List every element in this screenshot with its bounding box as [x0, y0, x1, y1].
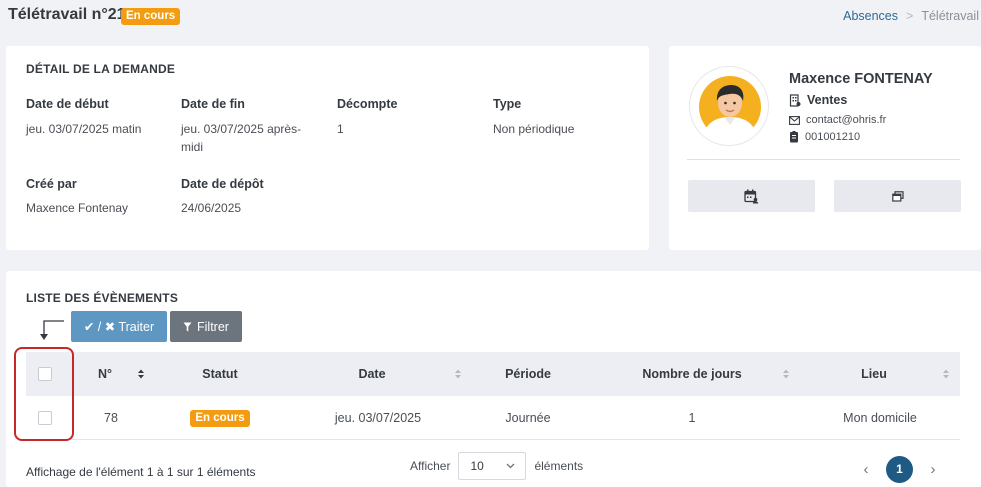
pagination-info: Affichage de l'élément 1 à 1 sur 1 éléme…	[26, 465, 256, 479]
open-window-button[interactable]	[834, 180, 961, 212]
events-table-header: N° Statut Date Période Nombre de jours L…	[26, 352, 960, 396]
employee-profile-card: Maxence FONTENAY Ventes contact@ohris.fr…	[669, 46, 981, 250]
status-badge: En cours	[121, 8, 181, 25]
calendar-user-button[interactable]	[688, 180, 815, 212]
events-section-title: LISTE DES ÉVÈNEMENTS	[26, 291, 179, 305]
email-row: contact@ohris.fr	[789, 114, 886, 126]
column-period[interactable]: Période	[462, 352, 594, 396]
created-by-value: Maxence Fontenay	[26, 201, 129, 215]
filter-button[interactable]: Filtrer	[170, 311, 242, 342]
department-name: Ventes	[807, 93, 848, 107]
employee-email: contact@ohris.fr	[806, 114, 887, 126]
column-number-label: N°	[97, 367, 113, 381]
filter-button-label: Filtrer	[197, 319, 229, 334]
column-period-label: Période	[505, 367, 551, 381]
type-label: Type	[493, 97, 522, 111]
cell-date: jeu. 03/07/2025	[334, 411, 422, 425]
show-label: Afficher	[410, 459, 451, 473]
column-date[interactable]: Date	[296, 352, 448, 396]
page-title: Télétravail n°21	[8, 6, 126, 23]
count-value: 1	[337, 122, 344, 136]
sort-date-icon[interactable]	[454, 368, 462, 380]
top-bar: Télétravail n°21 En cours Absences > Télét…	[0, 0, 981, 34]
type-value: Non périodique	[493, 122, 575, 136]
page-1-button[interactable]: 1	[886, 455, 913, 483]
column-number[interactable]: N°	[66, 352, 144, 396]
cell-place: Mon domicile	[843, 411, 917, 425]
column-place-label: Lieu	[861, 367, 887, 381]
cell-days: 1	[688, 411, 696, 425]
end-date-label: Date de fin	[181, 97, 245, 111]
window-icon	[891, 190, 904, 202]
chevron-down-icon	[507, 463, 515, 469]
building-icon	[789, 93, 801, 107]
page-size-select[interactable]: 10	[458, 452, 527, 480]
column-place[interactable]: Lieu	[790, 352, 958, 396]
deposit-date-value: 24/06/2025	[181, 201, 242, 215]
avatar	[689, 66, 769, 146]
previous-page-button[interactable]: ‹	[860, 461, 872, 478]
sort-days-icon[interactable]	[782, 368, 790, 380]
table-row[interactable]: 78 En cours jeu. 03/07/2025 Journée 1 Mo…	[26, 396, 960, 440]
elements-label: éléments	[534, 459, 584, 473]
detail-section-title: DÉTAIL DE LA DEMANDE	[26, 62, 176, 76]
mail-icon	[789, 115, 800, 125]
column-status[interactable]: Statut	[144, 352, 296, 396]
avatar-illustration	[699, 76, 761, 143]
process-button-label: ✔ / ✖ Traiter	[83, 320, 155, 334]
employee-id-row: 001001210	[789, 131, 860, 143]
sort-place-icon[interactable]	[942, 368, 950, 380]
page-size-value: 10	[470, 459, 484, 473]
breadcrumb-link-absences[interactable]: Absences	[843, 9, 898, 23]
end-date-value-line1: jeu. 03/07/2025 après-	[181, 122, 302, 136]
next-page-button[interactable]: ›	[927, 461, 939, 478]
start-date-value: jeu. 03/07/2025 matin	[26, 122, 142, 136]
created-by-label: Créé par	[26, 177, 77, 191]
filter-icon	[183, 322, 192, 331]
badge-icon	[790, 131, 798, 143]
select-arrow-icon	[40, 320, 64, 340]
pagination: ‹ 1 ›	[860, 454, 939, 484]
column-status-label: Statut	[202, 367, 238, 381]
breadcrumb-separator: >	[906, 9, 914, 23]
start-date-label: Date de début	[26, 97, 109, 111]
checkbox-highlight-frame	[14, 347, 74, 441]
cell-number: 78	[104, 411, 118, 425]
count-label: Décompte	[337, 97, 398, 111]
employee-id: 001001210	[805, 131, 861, 143]
process-button[interactable]: ✔ / ✖ Traiter	[71, 311, 167, 342]
department-row: Ventes	[789, 93, 847, 107]
cell-status: En cours	[144, 396, 296, 440]
employee-name: Maxence FONTENAY	[789, 71, 933, 87]
deposit-date-label: Date de dépôt	[181, 177, 264, 191]
column-date-label: Date	[358, 367, 386, 381]
cell-period: Journée	[505, 411, 551, 425]
request-detail-card: DÉTAIL DE LA DEMANDE Date de début jeu. …	[6, 46, 649, 250]
column-days[interactable]: Nombre de jours	[594, 352, 790, 396]
breadcrumb: Absences > Télétravail	[843, 9, 979, 23]
end-date-value-line2: midi	[181, 140, 204, 154]
profile-divider	[687, 159, 960, 160]
page-size-control: Afficher 10 éléments	[410, 452, 583, 480]
calendar-user-icon	[744, 189, 759, 203]
breadcrumb-current: Télétravail	[921, 9, 979, 23]
column-days-label: Nombre de jours	[642, 367, 742, 381]
row-status-badge: En cours	[190, 409, 250, 427]
